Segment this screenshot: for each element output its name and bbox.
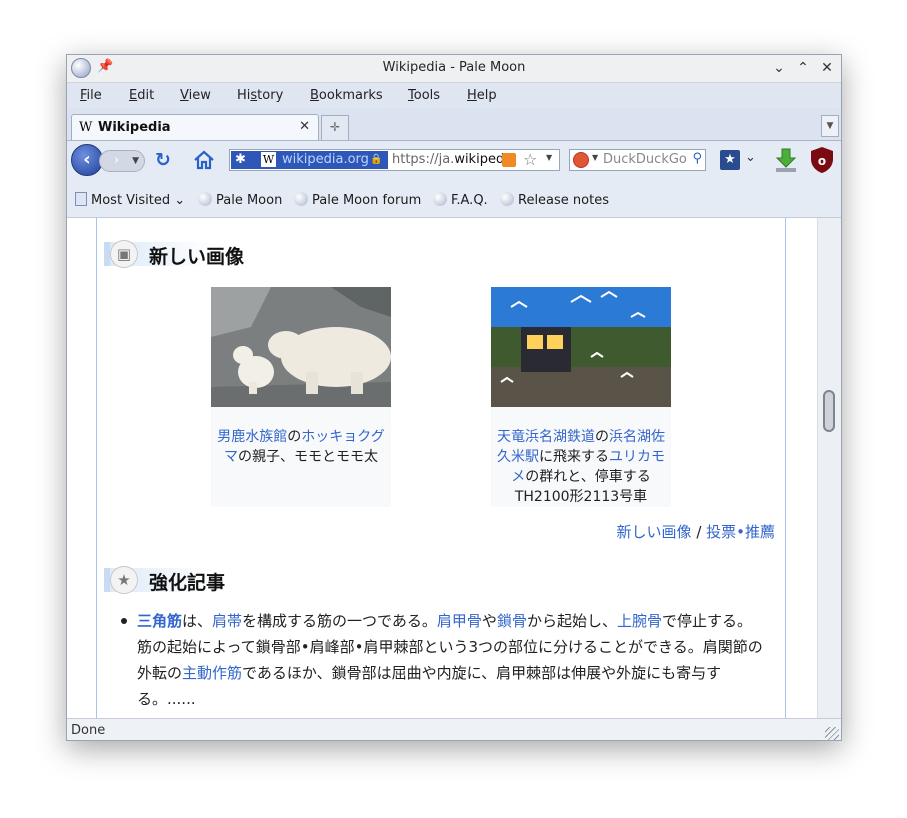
bookmark-faq[interactable]: F.A.Q. — [433, 192, 488, 208]
globe-icon — [294, 192, 308, 206]
section-title: 新しい画像 — [149, 246, 245, 268]
polar-bear-image[interactable] — [211, 287, 391, 407]
download-icon[interactable] — [774, 147, 798, 173]
window-title: Wikipedia - Pale Moon — [382, 60, 526, 75]
search-bar[interactable]: ▼ DuckDuckGo ⚲ — [569, 149, 706, 171]
title-bar[interactable]: 📌 Wikipedia - Pale Moon ⌄ ⌃ ✕ — [67, 55, 841, 83]
site-favicon-icon: W — [261, 152, 276, 167]
tab-close-icon[interactable]: ✕ — [299, 119, 310, 134]
lock-icon: 🔒 — [370, 154, 383, 165]
close-icon[interactable]: ✕ — [818, 59, 836, 77]
seagulls-train-image[interactable] — [491, 287, 671, 407]
chevron-down-icon: ⌄ — [174, 193, 186, 208]
maximize-icon[interactable]: ⌃ — [794, 59, 812, 77]
forward-button[interactable]: › ▼ — [99, 150, 145, 172]
bookmark-pale-moon-forum[interactable]: Pale Moon forum — [294, 192, 421, 208]
search-icon[interactable]: ⚲ — [692, 151, 702, 166]
globe-icon — [500, 192, 514, 206]
most-visited-icon — [75, 192, 87, 206]
url-dropdown-icon[interactable]: ▼ — [546, 153, 552, 162]
site-identity-button[interactable]: ✱ W wikipedia.org 🔒 — [231, 151, 388, 169]
article-link[interactable]: 鎖骨 — [497, 612, 527, 630]
tab-bar: W Wikipedia ✕ ✛ ▼ — [67, 108, 841, 141]
column-border — [785, 218, 786, 718]
bookmark-most-visited[interactable]: Most Visited ⌄ — [75, 192, 185, 208]
section-header-new-images: ▣ 新しい画像 — [104, 240, 254, 268]
puzzle-icon: ✱ — [235, 152, 246, 167]
article-link[interactable]: 肩帯 — [212, 612, 242, 630]
bookmarks-dropdown-icon[interactable]: ⌄ — [745, 150, 756, 165]
star-icon: ★ — [110, 566, 138, 594]
menu-bookmarks[interactable]: Bookmarks — [310, 88, 383, 103]
vertical-scrollbar[interactable] — [817, 218, 841, 718]
search-input[interactable]: DuckDuckGo — [603, 152, 687, 167]
menu-history[interactable]: History — [237, 88, 283, 103]
menu-tools[interactable]: Tools — [408, 88, 440, 103]
resize-grip-icon[interactable] — [825, 727, 839, 740]
bookmarks-toolbar: Most Visited ⌄ Pale Moon Pale Moon forum… — [67, 179, 841, 218]
svg-text:o: o — [818, 154, 826, 168]
bookmark-pale-moon[interactable]: Pale Moon — [198, 192, 282, 208]
new-tab-button[interactable]: ✛ — [321, 115, 349, 140]
tab-list-dropdown-icon[interactable]: ▼ — [821, 115, 839, 137]
image-caption: 天竜浜名湖鉄道の浜名湖佐久米駅に飛来するユリカモメの群れと、停車するTH2100… — [497, 429, 665, 505]
section-title: 強化記事 — [149, 572, 226, 594]
tab-wikipedia[interactable]: W Wikipedia ✕ — [71, 114, 319, 140]
rss-feed-icon[interactable] — [502, 153, 516, 167]
globe-icon — [198, 192, 212, 206]
browser-window: 📌 Wikipedia - Pale Moon ⌄ ⌃ ✕ File Edit … — [66, 54, 842, 741]
minimize-icon[interactable]: ⌄ — [770, 59, 788, 77]
column-border — [96, 218, 97, 718]
search-engine-dropdown-icon[interactable]: ▼ — [592, 153, 598, 162]
home-icon[interactable] — [193, 150, 215, 170]
caption-link[interactable]: 男鹿水族館 — [217, 429, 287, 445]
image-caption: 男鹿水族館のホッキョクグマの親子、モモとモモ太 — [217, 429, 385, 465]
globe-icon — [433, 192, 447, 206]
navigation-toolbar: ‹ › ▼ ↻ ✱ W wikipedia.org 🔒 https://ja.wi… — [67, 141, 841, 179]
menu-file[interactable]: File — [80, 88, 102, 103]
more-images-links: 新しい画像 / 投票•推薦 — [616, 523, 775, 541]
article-title-link[interactable]: 三角筋 — [137, 612, 182, 630]
status-bar: Done — [67, 718, 841, 740]
bookmark-release-notes[interactable]: Release notes — [500, 192, 609, 208]
page-content: ▣ 新しい画像 男鹿水族館のホッキョクグマの親子、モモとモモ太 天竜浜名湖鉄道の… — [67, 218, 817, 718]
list-bullet — [121, 618, 127, 624]
picture-icon: ▣ — [110, 240, 138, 268]
image-card-polar-bears: 男鹿水族館のホッキョクグマの親子、モモとモモ太 — [211, 287, 391, 507]
new-images-link[interactable]: 新しい画像 — [617, 523, 692, 541]
featured-article-summary: 三角筋は、肩帯を構成する筋の一つである。肩甲骨や鎖骨から起始し、上腕骨で停止する… — [137, 612, 763, 708]
bookmark-star-icon[interactable]: ☆ — [523, 150, 537, 169]
caption-link[interactable]: 天竜浜名湖鉄道 — [497, 429, 595, 445]
image-card-seagulls: 天竜浜名湖鉄道の浜名湖佐久米駅に飛来するユリカモメの群れと、停車するTH2100… — [491, 287, 671, 507]
url-bar[interactable]: ✱ W wikipedia.org 🔒 https://ja.wikiped ☆… — [229, 149, 560, 171]
bookmarks-menu-icon[interactable]: ★ — [720, 150, 740, 170]
menu-view[interactable]: View — [180, 88, 211, 103]
article-link[interactable]: 上腕骨 — [617, 612, 662, 630]
duckduckgo-engine-icon[interactable] — [573, 152, 589, 168]
ublock-shield-icon[interactable]: o — [809, 146, 835, 174]
scrollbar-thumb[interactable] — [823, 390, 835, 432]
menu-edit[interactable]: Edit — [129, 88, 154, 103]
tab-label: Wikipedia — [98, 120, 171, 135]
history-dropdown-icon[interactable]: ▼ — [132, 151, 139, 171]
menu-bar: File Edit View History Bookmarks Tools H… — [67, 83, 841, 108]
article-link[interactable]: 肩甲骨 — [437, 612, 482, 630]
section-header-featured-articles: ★ 強化記事 — [104, 566, 254, 594]
menu-help[interactable]: Help — [467, 88, 497, 103]
wikipedia-favicon-icon: W — [79, 120, 93, 135]
reload-icon[interactable]: ↻ — [155, 149, 171, 171]
identity-domain: wikipedia.org — [282, 152, 369, 167]
status-text: Done — [71, 723, 106, 738]
vote-recommend-link[interactable]: 投票•推薦 — [706, 523, 775, 541]
article-link[interactable]: 主動作筋 — [182, 664, 242, 682]
url-text[interactable]: https://ja.wikiped — [392, 152, 504, 167]
